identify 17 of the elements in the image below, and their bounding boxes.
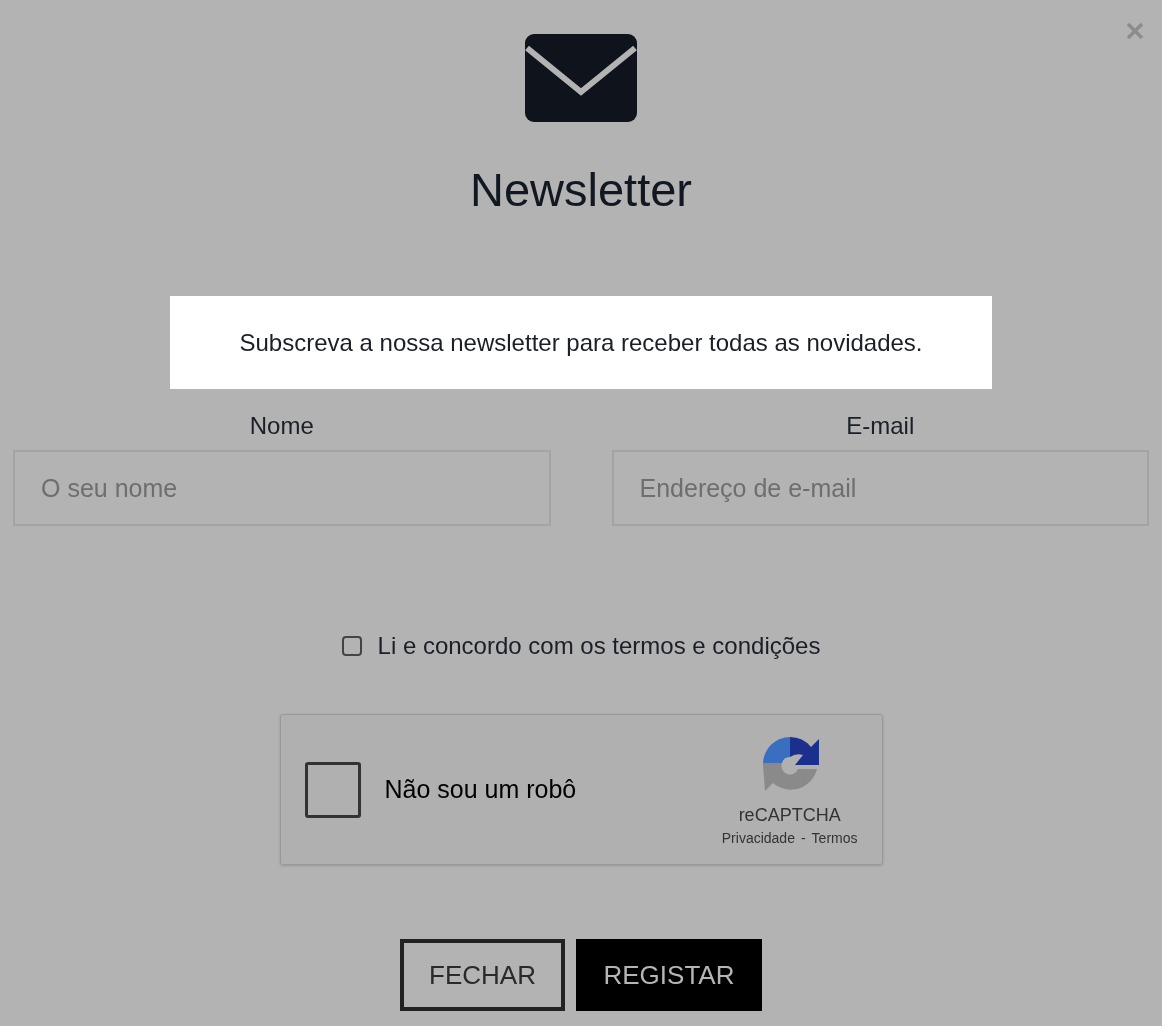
captcha-label: Não sou um robô [384, 775, 578, 804]
terms-checkbox[interactable] [341, 636, 362, 656]
input-field[interactable]: Endereço de e-mail [611, 450, 1149, 526]
terms-label: Li e concordo com os termos e condições [377, 632, 821, 660]
envelope-icon [525, 34, 637, 122]
captcha-brand: reCAPTCHA [738, 805, 841, 826]
privacy-link[interactable]: Privacidade [721, 830, 795, 846]
newsletter-title: Newsletter [470, 162, 692, 218]
terms-link[interactable]: Termos [811, 830, 858, 846]
captcha-checkbox[interactable] [304, 761, 361, 818]
register-button[interactable]: REGISTAR [576, 939, 762, 1011]
field-label: E-mail [846, 411, 915, 441]
field-label: Nome [249, 411, 314, 441]
close-button[interactable]: FECHAR [400, 939, 565, 1011]
link-separator: - [800, 830, 806, 846]
input-field[interactable]: O seu nome [13, 450, 551, 526]
intro-text: Subscreva a nossa newsletter para receber todas as novidades. [170, 296, 992, 389]
